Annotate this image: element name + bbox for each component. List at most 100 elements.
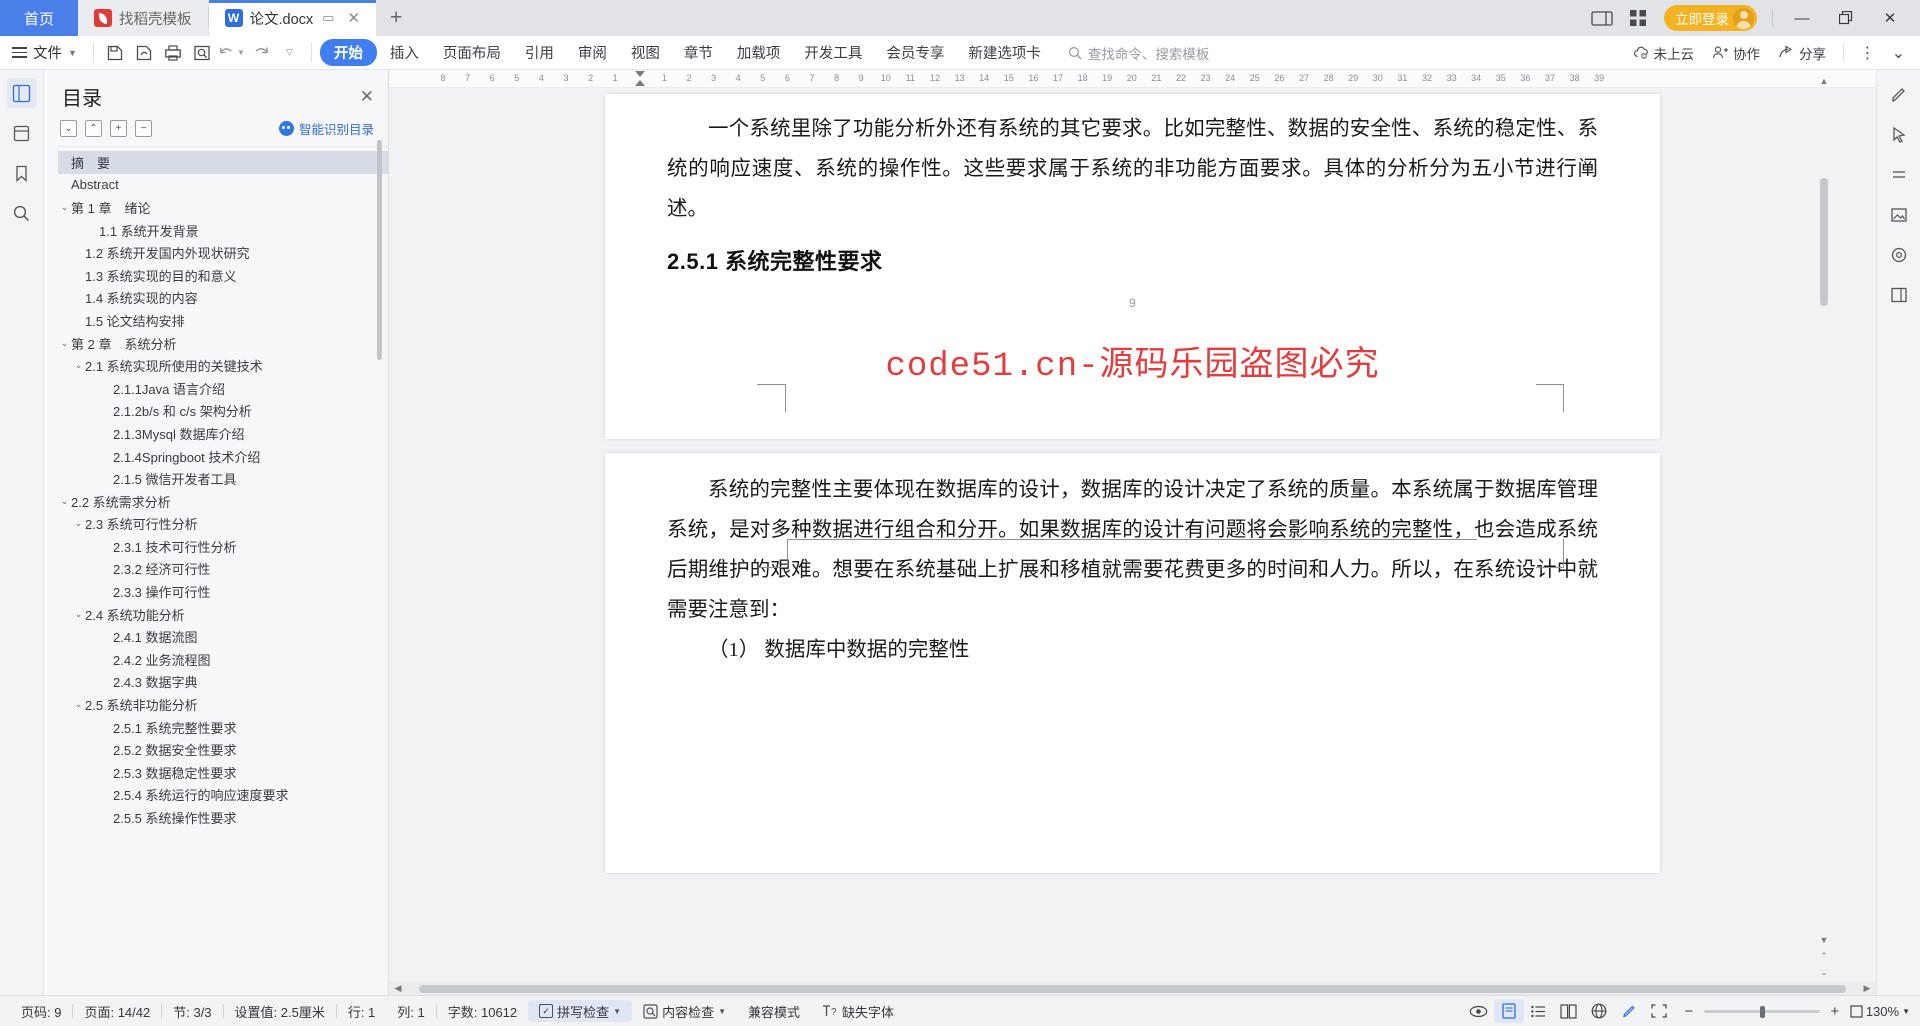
cursor-select-icon[interactable]: [1884, 120, 1914, 150]
page-2[interactable]: 系统的完整性主要体现在数据库的设计，数据库的设计决定了系统的质量。本系统属于数据…: [605, 453, 1660, 873]
chevron-down-icon[interactable]: ⌄: [72, 518, 85, 529]
file-menu-button[interactable]: 文件 ▼: [8, 42, 85, 63]
word-count[interactable]: 字数: 10612: [437, 1002, 528, 1021]
toc-item[interactable]: 1.4 系统实现的内容: [58, 287, 388, 310]
toc-item[interactable]: 2.1.5 微信开发者工具: [58, 467, 388, 490]
smart-toc-button[interactable]: 智能识别目录: [278, 119, 374, 138]
first-line-indent-marker[interactable]: [634, 70, 645, 77]
zoom-thumb[interactable]: [1759, 1005, 1765, 1018]
chevron-down-icon[interactable]: ⌄: [58, 202, 71, 213]
cloud-status-button[interactable]: 未上云: [1626, 43, 1702, 63]
row-indicator[interactable]: 行: 1: [337, 1002, 386, 1021]
restore-button[interactable]: [1826, 0, 1866, 36]
scroll-up-arrow[interactable]: ▲: [1818, 74, 1830, 88]
toc-panel-icon[interactable]: [6, 78, 37, 108]
toc-scrollbar[interactable]: [377, 140, 382, 360]
toc-item[interactable]: 2.5.4 系统运行的响应速度要求: [58, 784, 388, 807]
section[interactable]: 节: 3/3: [162, 1002, 222, 1021]
zoom-out-button[interactable]: −: [1682, 1003, 1696, 1020]
toc-item[interactable]: 1.3 系统实现的目的和意义: [58, 264, 388, 287]
bookmark-icon[interactable]: [7, 158, 37, 188]
ribbon-tab-new-tab[interactable]: 新建选项卡: [957, 39, 1052, 66]
clip-panel-icon[interactable]: [7, 118, 37, 148]
margin-value[interactable]: 设置值: 2.5厘米: [224, 1002, 336, 1021]
tab-document[interactable]: 论文.docx ▭ ✕: [208, 0, 377, 36]
toc-expand-all-button[interactable]: ⌄: [60, 120, 77, 137]
doc-paragraph-3[interactable]: （1） 数据库中数据的完整性: [605, 631, 1660, 671]
ribbon-tab-dev-tools[interactable]: 开发工具: [793, 39, 873, 66]
ribbon-tab-addins[interactable]: 加载项: [726, 39, 792, 66]
outline-view-icon[interactable]: [1524, 999, 1554, 1023]
horizontal-scrollbar-thumb[interactable]: [419, 984, 1846, 993]
chevron-down-icon[interactable]: ⌄: [72, 699, 85, 710]
doc-paragraph-1[interactable]: 一个系统里除了功能分析外还有系统的其它要求。比如完整性、数据的安全性、系统的稳定…: [605, 94, 1660, 230]
toc-item[interactable]: 1.1 系统开发背景: [58, 219, 388, 242]
search-icon[interactable]: [7, 198, 37, 228]
ribbon-collapse-button[interactable]: ⌄: [1885, 40, 1912, 66]
ribbon-tab-chapter[interactable]: 章节: [673, 39, 724, 66]
vertical-scrollbar-thumb[interactable]: [1820, 178, 1828, 306]
ribbon-tab-references[interactable]: 引用: [514, 39, 565, 66]
toc-list[interactable]: 摘 要 Abstract ⌄ 第 1 章 绪论 1.1 系统开发背景 1.2 系统开发国内…: [58, 146, 388, 995]
ribbon-tab-member[interactable]: 会员专享: [875, 39, 955, 66]
save-as-icon[interactable]: [131, 40, 158, 66]
line-style-icon[interactable]: [1884, 160, 1914, 190]
customize-quick-access-icon[interactable]: ▽: [276, 40, 303, 66]
fullscreen-icon[interactable]: [1644, 999, 1674, 1023]
toc-decrease-level-button[interactable]: −: [135, 120, 152, 137]
toc-collapse-all-button[interactable]: ⌃: [85, 120, 102, 137]
toc-item[interactable]: 2.1.4Springboot 技术介绍: [58, 445, 388, 468]
next-page-arrow[interactable]: ⌄: [1818, 965, 1830, 979]
login-button[interactable]: 立即登录: [1664, 5, 1757, 31]
toc-item[interactable]: ⌄ 2.3 系统可行性分析: [58, 513, 388, 536]
toc-item[interactable]: 2.1.1Java 语言介绍: [58, 377, 388, 400]
toc-item[interactable]: 2.3.2 经济可行性: [58, 558, 388, 581]
chevron-down-icon[interactable]: ⌄: [72, 360, 85, 371]
print-preview-icon[interactable]: [189, 40, 216, 66]
collaborate-button[interactable]: 协作: [1705, 43, 1767, 63]
ribbon-tab-page-layout[interactable]: 页面布局: [432, 39, 512, 66]
two-page-icon[interactable]: [1554, 999, 1584, 1023]
column-indicator[interactable]: 列: 1: [386, 1002, 435, 1021]
toc-item[interactable]: 2.5.5 系统操作性要求: [58, 806, 388, 829]
toc-item[interactable]: Abstract: [58, 174, 388, 197]
doc-paragraph-2[interactable]: 系统的完整性主要体现在数据库的设计，数据库的设计决定了系统的质量。本系统属于数据…: [605, 453, 1660, 631]
toc-item[interactable]: 2.5.1 系统完整性要求: [58, 716, 388, 739]
toc-item[interactable]: 2.1.2b/s 和 c/s 架构分析: [58, 400, 388, 423]
read-mode-icon[interactable]: [1464, 999, 1494, 1023]
horizontal-ruler[interactable]: 8 7 6 5 4 3 2 1 1 2 3 4 5 6 7 8 9 10 11 12 13 14 15 16 17 18 19 20 2…: [389, 70, 1876, 88]
web-view-icon[interactable]: [1584, 999, 1614, 1023]
toc-item[interactable]: 摘 要: [58, 151, 388, 174]
page-number[interactable]: 页码: 9: [10, 1002, 72, 1021]
horizontal-scrollbar[interactable]: ◀ ▶: [389, 982, 1876, 995]
toc-item[interactable]: ⌄ 第 1 章 绪论: [58, 196, 388, 219]
tab-minimize-icon[interactable]: ▭: [322, 10, 334, 26]
ribbon-tab-review[interactable]: 审阅: [567, 39, 618, 66]
toc-item[interactable]: 2.5.2 数据安全性要求: [58, 738, 388, 761]
page-1[interactable]: 一个系统里除了功能分析外还有系统的其它要求。比如完整性、数据的安全性、系统的稳定…: [605, 94, 1660, 439]
page-view-icon[interactable]: [1493, 999, 1524, 1023]
tab-close-icon[interactable]: ✕: [347, 11, 360, 26]
compat-mode-label[interactable]: 兼容模式: [737, 1002, 811, 1021]
picture-icon[interactable]: [1884, 200, 1914, 230]
scroll-left-arrow[interactable]: ◀: [391, 983, 405, 994]
hanging-indent-marker[interactable]: [634, 79, 645, 86]
print-icon[interactable]: [160, 40, 187, 66]
chevron-down-icon[interactable]: ⌄: [72, 609, 85, 620]
pen-edit-icon[interactable]: [1884, 80, 1914, 110]
new-tab-button[interactable]: +: [376, 0, 416, 36]
prev-page-arrow[interactable]: ⌃: [1818, 949, 1830, 963]
chevron-down-icon[interactable]: ⌄: [58, 496, 71, 507]
minimize-button[interactable]: —: [1782, 0, 1822, 36]
toc-item[interactable]: ⌄ 2.1 系统实现所使用的关键技术: [58, 354, 388, 377]
toc-item[interactable]: 2.3.1 技术可行性分析: [58, 535, 388, 558]
ribbon-tab-start[interactable]: 开始: [319, 39, 377, 66]
close-button[interactable]: ✕: [1870, 0, 1910, 36]
zoom-slider[interactable]: − +: [1682, 1003, 1842, 1020]
toc-item[interactable]: ⌄ 2.2 系统需求分析: [58, 490, 388, 513]
toc-close-icon[interactable]: ✕: [360, 87, 374, 107]
tab-docer-template[interactable]: 找稻壳模板: [78, 0, 208, 36]
pen-mode-icon[interactable]: [1614, 999, 1644, 1023]
toc-item[interactable]: ⌄ 2.4 系统功能分析: [58, 603, 388, 626]
toc-item[interactable]: 2.1.3Mysql 数据库介绍: [58, 422, 388, 445]
